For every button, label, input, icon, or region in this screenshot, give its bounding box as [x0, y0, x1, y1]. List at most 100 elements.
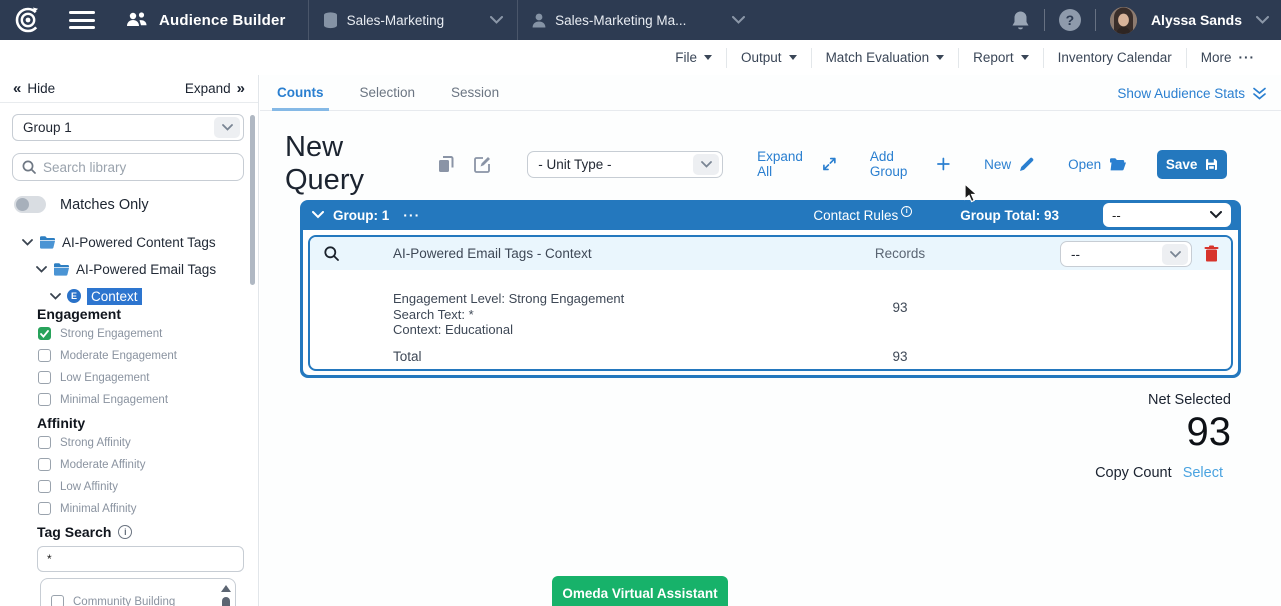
virtual-assistant-button[interactable]: Omeda Virtual Assistant [552, 576, 728, 606]
open-folder-icon [1109, 157, 1127, 171]
criteria-logic-select[interactable]: -- [1060, 241, 1192, 267]
tab-counts[interactable]: Counts [272, 75, 329, 111]
open-query-button[interactable]: Open [1068, 157, 1127, 172]
group-total: Group Total: 93 [960, 208, 1059, 223]
contact-rules-link[interactable]: Contact Rules i [813, 208, 912, 223]
checkbox-moderate-engagement[interactable]: Moderate Engagement [38, 347, 177, 364]
checkbox-icon[interactable] [38, 480, 51, 493]
checkbox-icon[interactable] [38, 349, 51, 362]
search-icon[interactable] [324, 246, 339, 261]
query-title: New Query [285, 131, 418, 197]
group-header: Group: 1 ··· Contact Rules i Group Total… [300, 200, 1241, 230]
info-icon[interactable]: i [118, 525, 132, 539]
rename-query-button[interactable] [474, 156, 491, 173]
pencil-icon [1019, 157, 1034, 172]
menu-file[interactable]: File [661, 48, 726, 68]
save-floppy-icon [1205, 158, 1218, 171]
checkbox-moderate-affinity[interactable]: Moderate Affinity [38, 456, 145, 473]
database-selector[interactable]: Sales-Marketing [309, 0, 518, 40]
menu-output[interactable]: Output [726, 48, 811, 68]
checkbox-minimal-affinity[interactable]: Minimal Affinity [38, 500, 136, 517]
double-chevron-down-icon [1252, 87, 1267, 100]
folder-icon [39, 235, 56, 249]
listbox-scrollbar[interactable] [220, 585, 231, 606]
checkbox-minimal-engagement[interactable]: Minimal Engagement [38, 391, 168, 408]
menu-more[interactable]: More··· [1186, 48, 1269, 68]
tab-selection[interactable]: Selection [355, 75, 421, 111]
menu-inventory-calendar[interactable]: Inventory Calendar [1043, 48, 1186, 68]
library-search-input[interactable] [43, 160, 223, 175]
view-tabs: Counts Selection Session Show Audience S… [260, 75, 1281, 111]
hide-sidebar-button[interactable]: « Hide [13, 80, 55, 97]
notifications-bell-icon[interactable] [1011, 10, 1030, 31]
user-name[interactable]: Alyssa Sands [1151, 12, 1242, 28]
chevron-down-icon[interactable] [22, 239, 33, 246]
checkbox-strong-engagement[interactable]: Strong Engagement [38, 325, 162, 342]
help-icon[interactable]: ? [1059, 9, 1081, 31]
omeda-logo-icon[interactable] [13, 5, 43, 35]
checkbox-icon[interactable] [38, 393, 51, 406]
tree-item-email-tags[interactable]: AI-Powered Email Tags [36, 258, 216, 280]
save-button[interactable]: Save [1157, 150, 1227, 179]
unit-type-select[interactable]: - Unit Type - [527, 151, 723, 178]
checkbox-low-engagement[interactable]: Low Engagement [38, 369, 150, 386]
checkbox-icon[interactable] [38, 502, 51, 515]
new-query-button[interactable]: New [984, 157, 1034, 172]
copy-count-select-link[interactable]: Select [1183, 465, 1223, 481]
checkbox-icon[interactable] [38, 436, 51, 449]
library-search [12, 153, 244, 181]
matches-only-toggle[interactable] [14, 196, 46, 213]
group-title: Group: 1 [333, 208, 389, 223]
caret-down-icon [936, 55, 944, 60]
menu-report[interactable]: Report [958, 48, 1043, 68]
criteria-lines: Engagement Level: Strong Engagement Sear… [393, 291, 624, 338]
chevron-down-icon [732, 16, 745, 24]
tag-search-input[interactable] [37, 546, 244, 572]
tab-session[interactable]: Session [446, 75, 504, 111]
selected-tree-label: Context [87, 288, 142, 305]
expand-sidebar-button[interactable]: Expand » [185, 80, 245, 97]
user-avatar[interactable] [1110, 7, 1137, 34]
group-options-icon[interactable]: ··· [403, 207, 420, 223]
checkbox-icon[interactable] [51, 595, 64, 606]
copy-query-button[interactable] [438, 156, 454, 173]
add-group-button[interactable]: Add Group [870, 149, 950, 179]
expand-all-button[interactable]: Expand All [757, 149, 836, 179]
group-logic-select[interactable]: -- [1103, 203, 1231, 227]
tree-item-content-tags[interactable]: AI-Powered Content Tags [22, 231, 216, 253]
edit-icon [474, 156, 491, 173]
group-select[interactable]: Group 1 [12, 114, 244, 141]
hamburger-menu-icon[interactable] [69, 11, 95, 29]
matches-only-label: Matches Only [60, 197, 149, 213]
person-icon [532, 13, 546, 28]
checkbox-community-building[interactable]: Community Building [51, 593, 175, 606]
checkbox-low-affinity[interactable]: Low Affinity [38, 478, 118, 495]
show-audience-stats-link[interactable]: Show Audience Stats [1117, 75, 1267, 111]
scroll-up-arrow-icon[interactable] [221, 585, 231, 592]
chevron-down-icon[interactable] [50, 293, 61, 300]
tree-item-context[interactable]: E Context [50, 285, 142, 307]
records-column-header: Records [855, 246, 945, 261]
delete-criteria-trash-icon[interactable] [1204, 245, 1219, 262]
audience-group-icon [125, 11, 149, 29]
caret-down-icon [789, 55, 797, 60]
sidebar-scrollbar-thumb[interactable] [250, 115, 255, 285]
chevron-down-icon[interactable] [1256, 16, 1269, 24]
net-selected-value: 93 [1148, 411, 1231, 453]
group-body: AI-Powered Email Tags - Context Records … [303, 230, 1238, 375]
checkbox-strong-affinity[interactable]: Strong Affinity [38, 434, 131, 451]
checkbox-icon[interactable] [38, 371, 51, 384]
checkbox-icon[interactable] [38, 458, 51, 471]
sidebar-header: « Hide Expand » [0, 75, 258, 103]
plus-icon [937, 157, 950, 171]
checkbox-checked-icon[interactable] [38, 327, 51, 340]
nav-divider [1095, 9, 1096, 31]
email-tag-badge-icon: E [67, 289, 81, 303]
audience-selector[interactable]: Sales-Marketing Ma... [518, 0, 759, 40]
scrollbar-thumb[interactable] [222, 597, 230, 606]
collapse-group-chevron-icon[interactable] [312, 211, 324, 219]
menu-match-evaluation[interactable]: Match Evaluation [811, 48, 959, 68]
total-record-count: 93 [855, 349, 945, 364]
chevron-down-icon[interactable] [36, 266, 47, 273]
chevron-down-icon [1210, 211, 1222, 219]
